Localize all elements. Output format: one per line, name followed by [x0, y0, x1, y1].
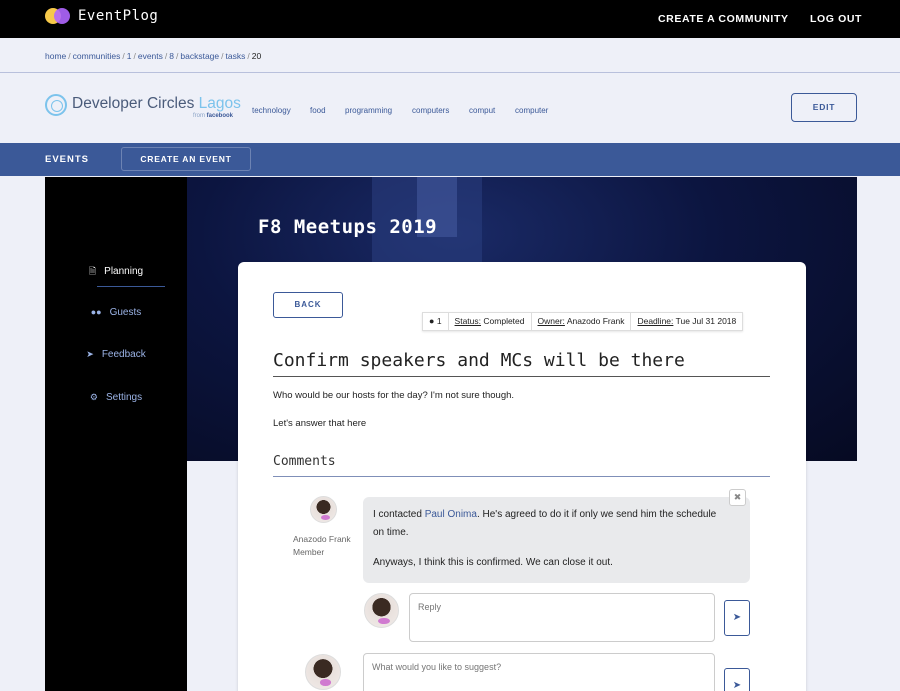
avatar[interactable]	[310, 496, 337, 523]
deadline-label: Deadline:	[637, 316, 674, 326]
comment-count: ● 1	[423, 313, 449, 330]
task-meta-bar: ● 1 Status: Completed Owner: Anazodo Fra…	[422, 312, 744, 331]
event-sidebar: 🗎 Planning ●● Guests ➤ Feedback ⚙ Settings	[45, 177, 187, 691]
mention-link[interactable]: Paul Onima	[425, 509, 477, 520]
create-community-link[interactable]: CREATE A COMMUNITY	[658, 13, 789, 25]
deadline-value: Tue Jul 31 2018	[675, 316, 737, 326]
task-deadline: Deadline: Tue Jul 31 2018	[631, 313, 742, 330]
status-label: Status:	[454, 316, 482, 326]
sidebar-active-indicator	[97, 286, 165, 287]
paper-plane-icon: ➤	[732, 680, 742, 691]
send-suggestion-button[interactable]: ➤	[724, 668, 750, 691]
logout-link[interactable]: LOG OUT	[810, 13, 862, 25]
comment-count-value: 1	[436, 316, 442, 326]
event-title: F8 Meetups 2019	[258, 216, 438, 238]
developer-circles-logo-icon	[45, 94, 67, 116]
comment-icon: ●	[429, 316, 435, 326]
tag-computers[interactable]: computers	[412, 106, 449, 115]
tag-comput[interactable]: comput	[469, 106, 495, 115]
comment-text: Anyways, I think this is confirmed. We c…	[373, 557, 613, 568]
sidebar-item-planning[interactable]: 🗎 Planning	[45, 264, 187, 280]
comment-text-part: I contacted	[373, 509, 425, 520]
tag-food[interactable]: food	[310, 106, 326, 115]
breadcrumb-communities[interactable]: communities	[73, 51, 121, 61]
community-name-city: Lagos	[198, 95, 241, 112]
edit-community-button[interactable]: EDIT	[791, 93, 857, 122]
breadcrumb-event-id[interactable]: 8	[169, 51, 174, 61]
sidebar-item-feedback[interactable]: ➤ Feedback	[45, 349, 187, 360]
task-title: Confirm speakers and MCs will be there	[273, 350, 685, 371]
create-event-button[interactable]: CREATE AN EVENT	[121, 147, 251, 171]
breadcrumb-current: 20	[251, 51, 262, 61]
paper-plane-icon: ➤	[732, 612, 742, 623]
task-status: Status: Completed	[449, 313, 532, 330]
avatar	[364, 593, 399, 628]
comment-author-name[interactable]: Anazodo Frank	[293, 534, 351, 544]
tag-programming[interactable]: programming	[345, 106, 392, 115]
owner-label: Owner:	[537, 316, 565, 326]
sidebar-item-label: Guests	[109, 307, 142, 318]
reply-input[interactable]	[409, 593, 715, 642]
suggest-input[interactable]	[363, 653, 715, 691]
gears-icon: ⚙	[89, 392, 98, 402]
sidebar-item-label: Feedback	[101, 349, 146, 360]
send-reply-button[interactable]: ➤	[724, 600, 750, 636]
sidebar-item-guests[interactable]: ●● Guests	[45, 307, 187, 318]
divider	[0, 72, 900, 73]
comment-author-role: Member	[293, 547, 325, 557]
from-prefix: from	[193, 113, 205, 119]
community-name: Developer Circles Lagos	[72, 95, 241, 113]
comment-text: I contacted Paul Onima. He's agreed to d…	[373, 506, 718, 542]
sidebar-item-label: Planning	[104, 266, 144, 277]
users-icon: ●●	[90, 307, 102, 317]
breadcrumb-tasks[interactable]: tasks	[226, 51, 246, 61]
sidebar-item-label: Settings	[105, 392, 143, 403]
divider	[273, 476, 770, 477]
back-button[interactable]: BACK	[273, 292, 343, 318]
owner-value: Anazodo Frank	[566, 316, 625, 326]
breadcrumb-home[interactable]: home	[45, 51, 66, 61]
community-name-main: Developer Circles	[72, 95, 195, 112]
task-description: Let's answer that here	[273, 418, 367, 429]
sidebar-item-settings[interactable]: ⚙ Settings	[45, 392, 187, 403]
from-brand: facebook	[206, 113, 234, 119]
paper-plane-icon: ➤	[86, 349, 94, 359]
app-logo-icon[interactable]	[45, 8, 71, 24]
tag-computer[interactable]: computer	[515, 106, 548, 115]
avatar	[305, 654, 341, 690]
status-value: Completed	[483, 316, 525, 326]
community-from: from facebook	[193, 113, 233, 119]
task-description: Who would be our hosts for the day? I'm …	[273, 390, 515, 401]
task-owner: Owner: Anazodo Frank	[532, 313, 632, 330]
breadcrumb-community-id[interactable]: 1	[127, 51, 132, 61]
comments-heading: Comments	[273, 454, 336, 469]
breadcrumb: home / communities/1/events/8/backstage / ta…	[45, 51, 262, 61]
breadcrumb-events[interactable]: events	[138, 51, 163, 61]
app-brand[interactable]: EventPlog	[78, 8, 158, 24]
events-link[interactable]: EVENTS	[45, 154, 89, 165]
document-icon: 🗎	[88, 266, 97, 276]
tag-technology[interactable]: technology	[252, 106, 291, 115]
divider	[273, 376, 770, 377]
breadcrumb-backstage[interactable]: backstage	[180, 51, 219, 61]
delete-comment-close-icon[interactable]: ✖	[729, 489, 746, 506]
